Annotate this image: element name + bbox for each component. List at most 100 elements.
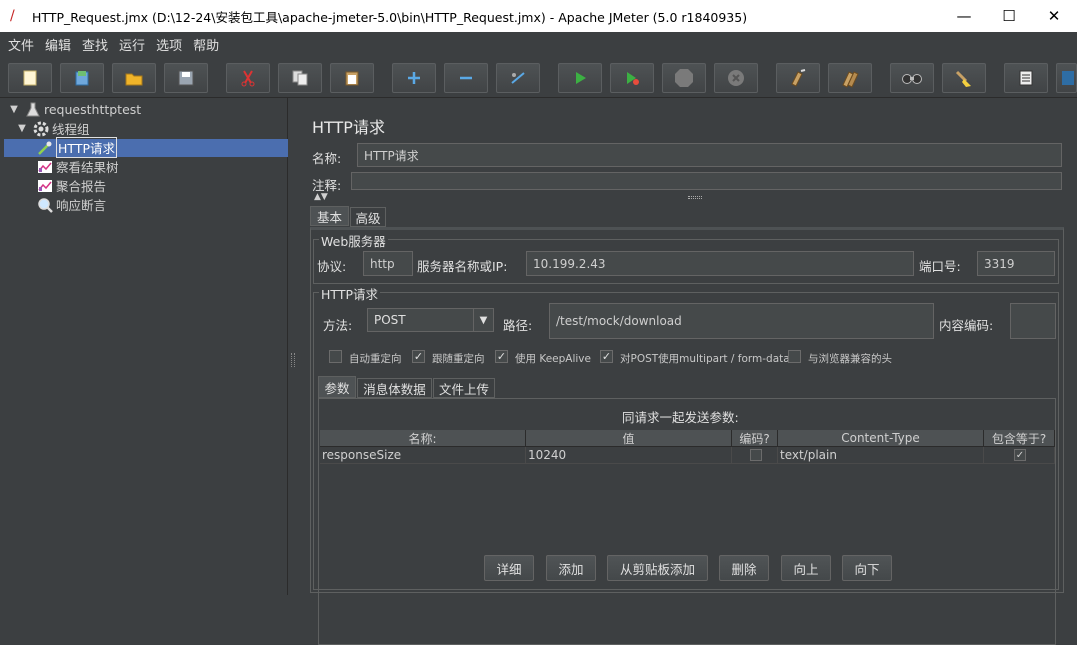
save-icon[interactable]: [164, 63, 208, 93]
column-header-include-equals[interactable]: 包含等于?: [984, 430, 1055, 447]
new-icon[interactable]: [8, 63, 52, 93]
copy-icon[interactable]: [278, 63, 322, 93]
auto-redirect-label: 自动重定向: [349, 353, 402, 365]
clear-icon[interactable]: [776, 63, 820, 93]
tree-label-response-assertion: 响应断言: [56, 198, 107, 213]
start-no-pauses-icon[interactable]: [610, 63, 654, 93]
window-titlebar: / HTTP_Request.jmx (D:\12-24\安装包工具\apach…: [0, 0, 1077, 32]
templates-icon[interactable]: [60, 63, 104, 93]
menu-run[interactable]: 运行: [119, 35, 145, 54]
follow-redirect-auto-checkbox[interactable]: [329, 350, 342, 363]
column-header-name[interactable]: 名称:: [320, 430, 526, 447]
tab-parameters[interactable]: 参数: [318, 376, 356, 398]
tab-basic[interactable]: 基本: [310, 206, 349, 226]
checkmark-icon: ✓: [601, 350, 612, 363]
expanded-arrow-icon[interactable]: ▼: [14, 121, 30, 137]
add-from-clipboard-button[interactable]: 从剪贴板添加: [607, 555, 708, 581]
dropdown-arrow-icon[interactable]: ▼: [473, 309, 493, 331]
detail-button[interactable]: 详细: [484, 555, 534, 581]
flask-icon: [25, 102, 41, 118]
multipart-label: 对POST使用multipart / form-data: [620, 353, 790, 365]
encode-checkbox[interactable]: [749, 449, 762, 461]
follow-redirects-checkbox[interactable]: ✓: [412, 350, 425, 363]
collapse-all-icon[interactable]: [444, 63, 488, 93]
start-icon[interactable]: [558, 63, 602, 93]
function-helper-icon[interactable]: [1004, 63, 1048, 93]
menu-file[interactable]: 文件: [8, 35, 34, 54]
collapse-arrows-icon[interactable]: ▲▼: [314, 192, 328, 202]
reset-search-icon[interactable]: [942, 63, 986, 93]
checkmark-icon: ✓: [1015, 449, 1025, 461]
path-field[interactable]: /test/mock/download: [549, 303, 934, 339]
split-pane-divider[interactable]: [288, 98, 300, 595]
column-header-content-type[interactable]: Content-Type: [778, 430, 984, 447]
minimize-button[interactable]: —: [941, 0, 987, 32]
cell-param-value[interactable]: 10240: [526, 447, 732, 464]
server-field[interactable]: 10.199.2.43: [526, 251, 914, 276]
tab-body-data[interactable]: 消息体数据: [357, 378, 432, 398]
paste-icon[interactable]: [330, 63, 374, 93]
move-up-button[interactable]: 向上: [781, 555, 831, 581]
open-icon[interactable]: [112, 63, 156, 93]
close-button[interactable]: ✕: [1031, 0, 1077, 32]
cell-encode[interactable]: [732, 447, 778, 464]
protocol-field[interactable]: http: [363, 251, 413, 276]
column-header-encode[interactable]: 编码?: [732, 430, 778, 447]
menu-edit[interactable]: 编辑: [45, 35, 71, 54]
tree-item-http-request[interactable]: HTTP请求: [37, 137, 117, 158]
tree-label-results-tree: 察看结果树: [56, 160, 119, 175]
pipette-icon: [37, 140, 53, 156]
cut-icon[interactable]: [226, 63, 270, 93]
cell-param-name[interactable]: responseSize: [320, 447, 526, 464]
divider-grip-icon: [291, 353, 295, 367]
keepalive-label: 使用 KeepAlive: [515, 353, 591, 365]
panel-title: HTTP请求: [312, 118, 385, 137]
port-field[interactable]: 3319: [977, 251, 1055, 276]
browser-headers-checkbox[interactable]: [788, 350, 801, 363]
shutdown-icon[interactable]: [714, 63, 758, 93]
toggle-icon[interactable]: [496, 63, 540, 93]
resize-grip-icon[interactable]: [688, 196, 702, 199]
params-caption: 同请求一起发送参数:: [622, 410, 739, 425]
http-request-panel: HTTP请求 名称: HTTP请求 注释: ▲▼ 基本 高级 Web服务器 协议…: [300, 98, 1077, 645]
maximize-button[interactable]: ☐: [986, 0, 1032, 32]
expanded-arrow-icon[interactable]: ▼: [6, 102, 22, 118]
magnifier-icon: [37, 197, 53, 213]
server-label: 服务器名称或IP:: [417, 259, 508, 274]
toolbar: [0, 56, 1077, 98]
cell-include-equals[interactable]: ✓: [984, 447, 1055, 464]
search-icon[interactable]: [890, 63, 934, 93]
tree-label-thread-group: 线程组: [52, 122, 90, 137]
tree-item-results-tree[interactable]: 察看结果树: [37, 157, 119, 176]
method-select[interactable]: POST ▼: [367, 308, 494, 332]
keepalive-checkbox[interactable]: ✓: [495, 350, 508, 363]
multipart-checkbox[interactable]: ✓: [600, 350, 613, 363]
stop-icon[interactable]: [662, 63, 706, 93]
comment-field[interactable]: [351, 172, 1062, 190]
expand-all-icon[interactable]: [392, 63, 436, 93]
tab-file-upload[interactable]: 文件上传: [433, 378, 495, 398]
tree-item-root[interactable]: ▼ requesthttptest: [6, 100, 141, 119]
tree-item-response-assertion[interactable]: 响应断言: [37, 195, 106, 214]
tree-label-http-request: HTTP请求: [56, 137, 117, 158]
delete-button[interactable]: 删除: [719, 555, 769, 581]
encoding-label: 内容编码:: [939, 318, 994, 333]
include-equals-checkbox[interactable]: ✓: [1014, 449, 1026, 461]
help-icon[interactable]: [1056, 63, 1077, 93]
add-button[interactable]: 添加: [546, 555, 596, 581]
menu-options[interactable]: 选项: [156, 35, 182, 54]
clear-all-icon[interactable]: [828, 63, 872, 93]
tree-item-aggregate-report[interactable]: 聚合报告: [37, 176, 106, 195]
column-header-value[interactable]: 值: [526, 430, 732, 447]
tree-item-thread-group[interactable]: ▼ 线程组: [14, 119, 90, 138]
name-field[interactable]: HTTP请求: [357, 143, 1062, 167]
method-value: POST: [374, 313, 406, 327]
encoding-field[interactable]: [1010, 303, 1056, 339]
tab-advanced[interactable]: 高级: [350, 207, 386, 227]
http-request-legend: HTTP请求: [319, 284, 380, 303]
menu-search[interactable]: 查找: [82, 35, 108, 54]
tree-label-aggregate-report: 聚合报告: [56, 179, 107, 194]
cell-content-type[interactable]: text/plain: [778, 447, 984, 464]
menu-help[interactable]: 帮助: [193, 35, 219, 54]
move-down-button[interactable]: 向下: [842, 555, 892, 581]
